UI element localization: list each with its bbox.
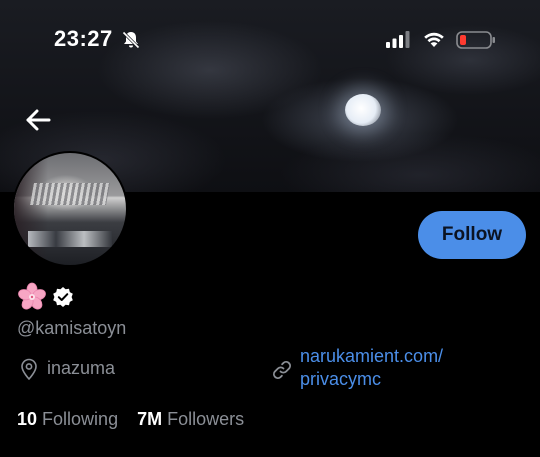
back-arrow-icon[interactable] [22,104,54,136]
followers-label: Followers [167,409,245,429]
follow-stats: 10 Following 7M Followers [17,409,258,430]
followers-count: 7M [137,409,163,429]
profile-website-link[interactable]: narukamient.com/ privacymc [300,345,500,391]
following-label: Following [42,409,119,429]
link-icon [273,361,291,379]
cellular-signal-icon [386,31,410,48]
link-line-2: privacymc [300,369,382,389]
status-time: 23:27 [54,26,113,51]
bell-slash-icon [122,31,140,49]
profile-location: inazuma [47,358,116,378]
follow-button[interactable]: Follow [418,211,526,259]
following-count: 10 [17,409,38,429]
moon-graphic [345,94,381,126]
profile-handle: @kamisatoyn [17,318,127,338]
display-name-emoji [17,282,47,312]
battery-low-icon [456,31,495,49]
avatar-fabric [28,231,112,247]
verified-badge-icon[interactable] [52,286,74,308]
avatar-shade [14,153,48,265]
location-pin-icon [21,358,37,380]
avatar-necklace [30,183,110,205]
wifi-icon [424,32,444,47]
link-line-1: narukamient.com/ [300,346,444,366]
avatar[interactable] [12,151,128,267]
followers-stat[interactable]: 7M Followers [137,409,244,430]
following-stat[interactable]: 10 Following [17,409,118,430]
cherry-blossom-icon [18,282,46,310]
